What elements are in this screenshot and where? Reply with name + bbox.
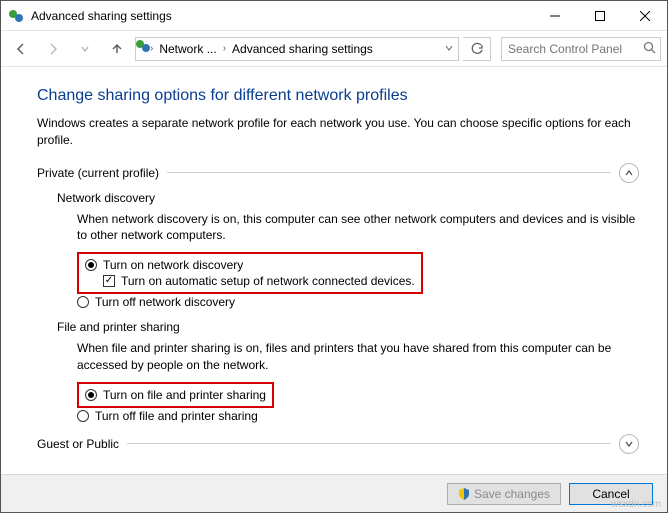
subheading-network-discovery: Network discovery [57,191,639,205]
search-input[interactable] [506,41,656,57]
file-printer-options: Turn on file and printer sharing Turn of… [77,382,639,424]
breadcrumb-item[interactable]: Network ... [159,42,216,56]
network-discovery-description: When network discovery is on, this compu… [77,211,639,245]
up-button[interactable] [103,35,131,63]
radio-icon [85,259,97,271]
section-label: Private (current profile) [37,166,159,180]
divider [167,172,611,173]
content-area: Change sharing options for different net… [1,67,667,475]
search-box[interactable] [501,37,661,61]
checkbox-icon [103,275,115,287]
breadcrumb-item[interactable]: Advanced sharing settings [232,42,373,56]
option-label: Turn on file and printer sharing [103,388,266,402]
watermark: wsxdn.com [611,499,661,510]
window-title: Advanced sharing settings [31,9,532,23]
page-title: Change sharing options for different net… [37,87,639,105]
radio-turn-on-network-discovery[interactable]: Turn on network discovery [85,257,415,273]
control-panel-icon [9,8,25,24]
option-label: Turn on automatic setup of network conne… [121,274,415,288]
button-label: Save changes [474,487,550,501]
subheading-file-printer: File and printer sharing [57,320,639,334]
page-description: Windows creates a separate network profi… [37,115,639,149]
navbar: › Network ... › Advanced sharing setting… [1,31,667,67]
titlebar: Advanced sharing settings [1,1,667,31]
divider [127,443,611,444]
refresh-button[interactable] [463,37,491,61]
shield-icon [458,488,470,500]
forward-button[interactable] [39,35,67,63]
save-changes-button[interactable]: Save changes [447,483,561,505]
maximize-button[interactable] [577,1,622,30]
breadcrumb[interactable]: › Network ... › Advanced sharing setting… [135,37,459,61]
section-private[interactable]: Private (current profile) [37,163,639,183]
radio-icon [85,389,97,401]
radio-turn-on-file-printer[interactable]: Turn on file and printer sharing [85,387,266,403]
close-button[interactable] [622,1,667,30]
radio-icon [77,296,89,308]
radio-turn-off-network-discovery[interactable]: Turn off network discovery [77,294,639,310]
section-label: Guest or Public [37,437,119,451]
radio-turn-off-file-printer[interactable]: Turn off file and printer sharing [77,408,639,424]
highlight-box: Turn on file and printer sharing [77,382,274,408]
radio-icon [77,410,89,422]
checkbox-auto-setup[interactable]: Turn on automatic setup of network conne… [85,273,415,289]
network-discovery-options: Turn on network discovery Turn on automa… [77,252,639,310]
chevron-right-icon: › [221,43,228,54]
option-label: Turn on network discovery [103,258,243,272]
recent-dropdown[interactable] [71,35,99,63]
option-label: Turn off file and printer sharing [95,409,258,423]
chevron-up-icon[interactable] [619,163,639,183]
option-label: Turn off network discovery [95,295,235,309]
file-printer-description: When file and printer sharing is on, fil… [77,340,639,374]
footer: Save changes Cancel [1,474,667,512]
minimize-button[interactable] [532,1,577,30]
breadcrumb-dropdown-icon[interactable] [444,42,454,56]
section-guest[interactable]: Guest or Public [37,434,639,454]
chevron-down-icon[interactable] [619,434,639,454]
highlight-box: Turn on network discovery Turn on automa… [77,252,423,294]
back-button[interactable] [7,35,35,63]
search-icon [643,41,656,57]
